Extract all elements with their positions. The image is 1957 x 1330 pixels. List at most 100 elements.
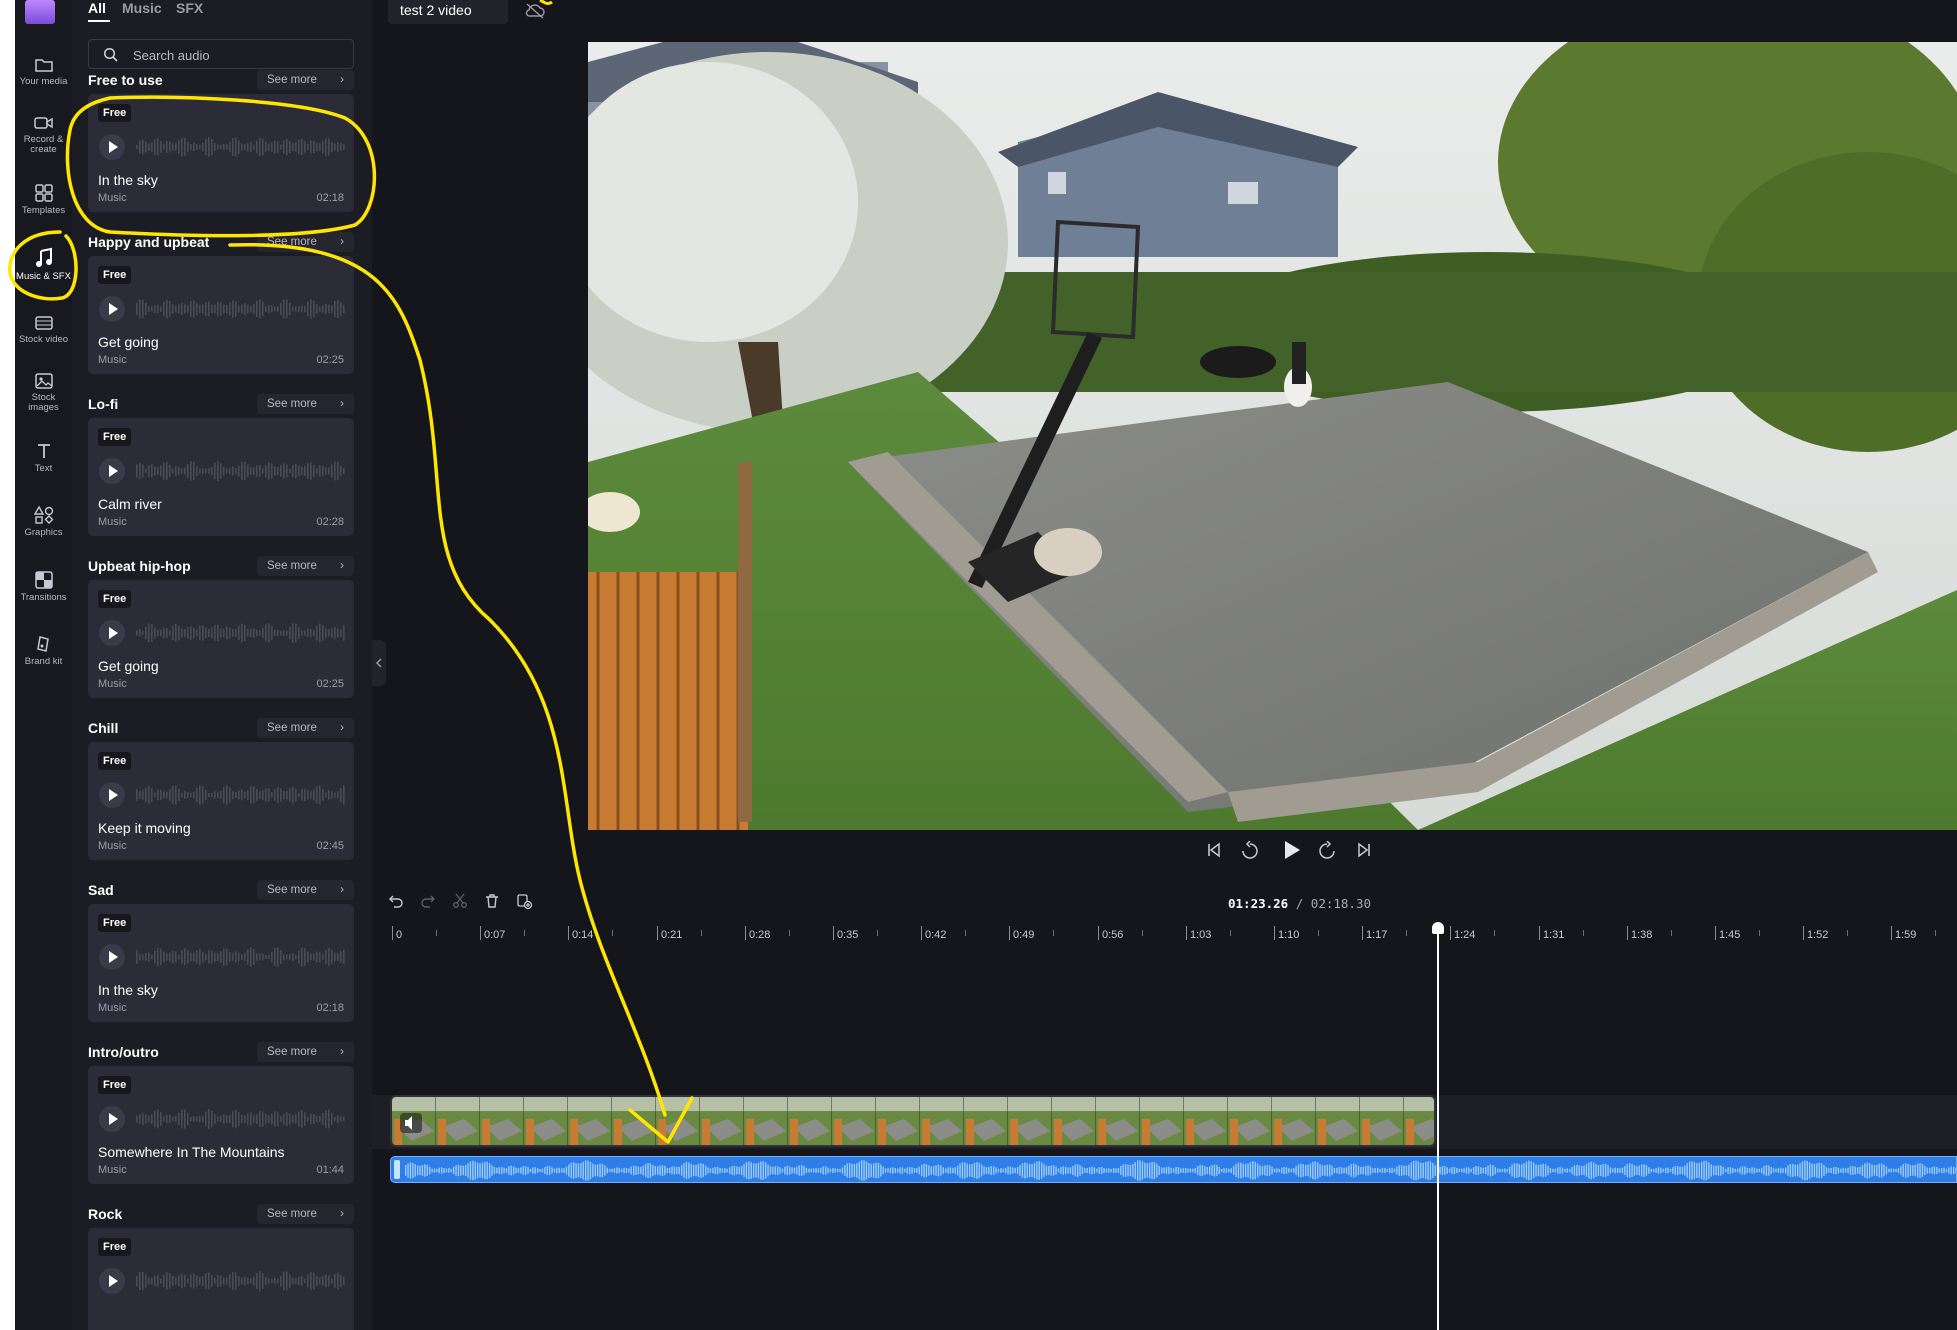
audio-waveform (405, 1160, 1956, 1181)
waveform-bar (714, 1166, 716, 1175)
play-preview-button[interactable] (98, 1267, 126, 1295)
waveform-bar (880, 1164, 882, 1177)
skip-to-end-icon[interactable] (1355, 841, 1373, 859)
rewind-5s-icon[interactable] (1240, 841, 1260, 861)
see-more-button[interactable]: See more › (257, 70, 354, 90)
see-more-label: See more (267, 74, 317, 86)
tab-all[interactable]: All (88, 0, 106, 16)
waveform-bar (1367, 1165, 1369, 1176)
forward-5s-icon[interactable] (1317, 841, 1337, 861)
waveform-bar (1581, 1166, 1583, 1175)
audio-track-card[interactable]: Free Somewhere In The Mountains Music 01:44 (88, 1066, 354, 1184)
audio-track-card[interactable]: Free Get going Music 02:25 (88, 256, 354, 374)
waveform-bar (1607, 1165, 1609, 1176)
waveform-bar (760, 1161, 762, 1180)
play-preview-button[interactable] (98, 943, 126, 971)
see-more-button[interactable]: See more › (257, 556, 354, 576)
rail-item-stock-video[interactable]: Stock video (15, 314, 72, 345)
skip-to-start-icon[interactable] (1205, 841, 1223, 859)
delete-icon[interactable] (484, 893, 500, 909)
waveform-bar (1878, 1163, 1880, 1178)
playhead-line[interactable] (1437, 930, 1439, 1330)
audio-track-card[interactable]: Free (88, 1228, 354, 1330)
waveform-bar (1417, 1161, 1420, 1180)
rail-item-music-sfx[interactable]: Music & SFX (15, 247, 72, 282)
play-preview-button[interactable] (98, 457, 126, 485)
search-audio-field[interactable]: Search audio (88, 39, 354, 69)
rail-item-text[interactable]: Text (15, 441, 72, 474)
waveform-bar (1708, 1162, 1710, 1179)
audio-track-card[interactable]: Free Keep it moving Music 02:45 (88, 742, 354, 860)
tab-sfx[interactable]: SFX (176, 0, 203, 16)
playhead-handle[interactable] (1432, 922, 1444, 934)
cloud-off-icon[interactable] (524, 2, 546, 20)
waveform-bar (1494, 1166, 1496, 1175)
rail-item-brand-kit[interactable]: Brand kit (15, 634, 72, 667)
waveform-bar (1590, 1161, 1592, 1180)
waveform-bar (1139, 1160, 1141, 1181)
rail-item-templates[interactable]: Templates (15, 183, 72, 216)
ruler-tick-label: 1:24 (1454, 929, 1476, 941)
duplicate-icon[interactable] (516, 893, 532, 909)
tab-music[interactable]: Music (122, 0, 162, 16)
waveform-bar (522, 1166, 524, 1175)
waveform-bar (1468, 1167, 1470, 1174)
audio-track-card[interactable]: Free Calm river Music 02:28 (88, 418, 354, 536)
waveform-bar (1919, 1163, 1921, 1178)
waveform-bar (1223, 1168, 1225, 1173)
waveform-bar (1127, 1164, 1129, 1177)
split-scissors-icon[interactable] (452, 893, 468, 909)
waveform-bar (1266, 1164, 1268, 1177)
play-preview-button[interactable] (98, 295, 126, 323)
waveform-bar (1425, 1162, 1427, 1179)
project-title-tab[interactable]: test 2 video (388, 0, 508, 24)
waveform-bar (1816, 1163, 1818, 1178)
track-waveform (136, 1109, 345, 1129)
waveform-bar (1785, 1167, 1787, 1174)
redo-icon[interactable] (420, 893, 436, 909)
audio-track-card[interactable]: Free In the sky Music 02:18 (88, 94, 354, 212)
see-more-button[interactable]: See more › (257, 1042, 354, 1062)
video-preview[interactable] (588, 42, 1957, 830)
waveform-bar (527, 1167, 529, 1174)
clip-audio-icon (400, 1113, 422, 1133)
rail-item-transitions[interactable]: Transitions (15, 570, 72, 603)
see-more-button[interactable]: See more › (257, 718, 354, 738)
waveform-bar (1081, 1166, 1084, 1175)
play-preview-button[interactable] (98, 1105, 126, 1133)
play-preview-button[interactable] (98, 133, 126, 161)
waveform-bar (1837, 1167, 1840, 1174)
waveform-bar (810, 1168, 812, 1173)
see-more-button[interactable]: See more › (257, 232, 354, 252)
rail-item-graphics[interactable]: Graphics (15, 505, 72, 538)
waveform-bar (414, 1164, 416, 1177)
waveform-bar (705, 1165, 707, 1176)
play-preview-button[interactable] (98, 781, 126, 809)
audio-clip-trim-handle[interactable] (394, 1160, 400, 1179)
waveform-bar (873, 1163, 875, 1178)
waveform-bar (851, 1163, 853, 1178)
see-more-button[interactable]: See more › (257, 394, 354, 414)
see-more-button[interactable]: See more › (257, 1204, 354, 1224)
play-button[interactable] (1280, 839, 1302, 861)
waveform-bar (957, 1165, 959, 1176)
rail-item-record-create[interactable]: Record & create (15, 114, 72, 155)
audio-track-card[interactable]: Free Get going Music 02:25 (88, 580, 354, 698)
waveform-bar (1542, 1163, 1544, 1178)
collapse-panel-handle[interactable] (372, 640, 386, 686)
undo-icon[interactable] (388, 893, 404, 909)
audio-track-card[interactable]: Free In the sky Music 02:18 (88, 904, 354, 1022)
audio-clip[interactable] (390, 1156, 1957, 1183)
rail-item-stock-images[interactable]: Stock images (15, 372, 72, 413)
play-preview-button[interactable] (98, 619, 126, 647)
waveform-bar (431, 1168, 433, 1173)
waveform-bar (1885, 1166, 1888, 1175)
see-more-button[interactable]: See more › (257, 880, 354, 900)
waveform-bar (1295, 1166, 1297, 1175)
waveform-bar (417, 1165, 419, 1176)
video-clip[interactable] (390, 1095, 1436, 1147)
rail-item-your-media[interactable]: Your media (15, 56, 72, 87)
waveform-bar (1017, 1167, 1019, 1174)
waveform-bar (1235, 1163, 1237, 1178)
ruler-tick (833, 926, 834, 940)
